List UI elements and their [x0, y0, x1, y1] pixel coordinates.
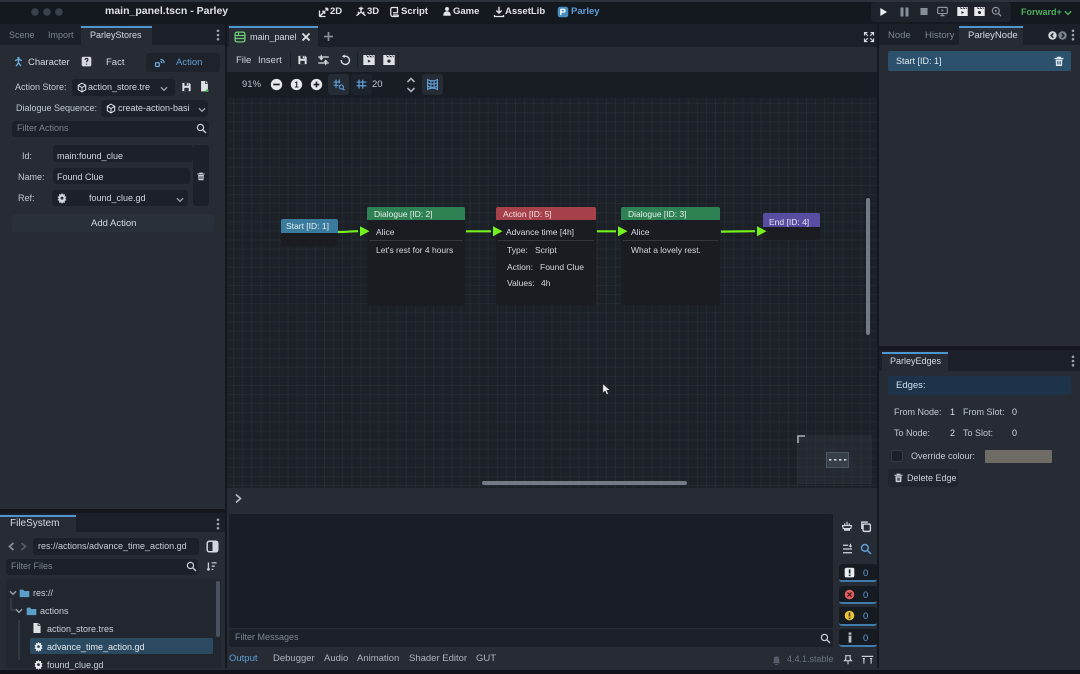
svg-text:1: 1 — [294, 80, 299, 89]
